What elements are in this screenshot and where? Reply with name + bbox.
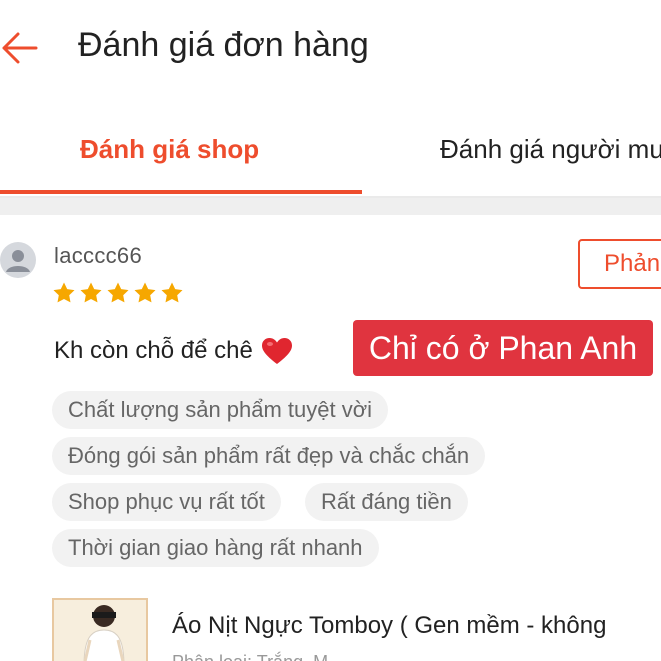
- tab-bar: Đánh giá shop Đánh giá người mu: [0, 100, 661, 198]
- review-tag[interactable]: Rất đáng tiền: [305, 483, 468, 521]
- back-arrow-icon[interactable]: [0, 28, 40, 68]
- review-tag[interactable]: Đóng gói sản phẩm rất đẹp và chắc chắn: [52, 437, 486, 475]
- user-avatar-icon[interactable]: [0, 242, 36, 278]
- star-icon: [107, 282, 129, 303]
- review-tag[interactable]: Shop phục vụ rất tốt: [52, 483, 281, 521]
- header-bar: Đánh giá đơn hàng: [0, 0, 661, 100]
- star-icon: [161, 282, 183, 303]
- reply-button[interactable]: Phản: [578, 239, 661, 289]
- active-tab-indicator: [0, 190, 362, 194]
- review-tag[interactable]: Chất lượng sản phẩm tuyệt vời: [52, 391, 389, 429]
- tab-shop-review[interactable]: Đánh giá shop: [80, 134, 259, 165]
- page-title: Đánh giá đơn hàng: [78, 26, 369, 64]
- review-tag[interactable]: Thời gian giao hàng rất nhanh: [52, 529, 379, 567]
- star-icon: [134, 282, 156, 303]
- watermark-label: Chỉ có ở Phan Anh: [353, 320, 653, 376]
- review-comment-text: Kh còn chỗ để chê: [54, 337, 253, 364]
- product-row[interactable]: Áo Nịt Ngực Tomboy ( Gen mềm - không Phâ…: [52, 598, 661, 661]
- star-icon: [53, 282, 75, 303]
- reviewer-username: lacccc66: [54, 243, 142, 268]
- product-name: Áo Nịt Ngực Tomboy ( Gen mềm - không: [172, 612, 607, 639]
- star-rating: [52, 281, 184, 305]
- review-card: lacccc66 Phản Kh còn chỗ để chê Chỉ có ở…: [0, 215, 661, 661]
- product-variant: Phân loại: Trắng, M: [172, 652, 328, 661]
- tab-buyer-review[interactable]: Đánh giá người mu: [440, 134, 661, 165]
- product-thumbnail[interactable]: [52, 598, 148, 661]
- section-divider: [0, 198, 661, 215]
- star-icon: [80, 282, 102, 303]
- heart-icon: [261, 338, 292, 364]
- review-comment: Kh còn chỗ để chê: [54, 337, 293, 365]
